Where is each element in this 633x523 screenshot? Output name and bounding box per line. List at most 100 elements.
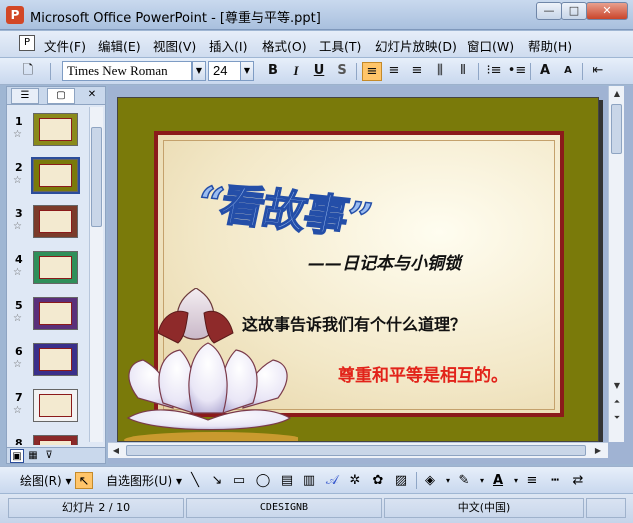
drawing-toolbar: 绘图(R) ▾ ↖ 自选图形(U) ▾ ╲ ↘ ▭ ◯ ▤ ▥ 𝒜 ✲ ✿ ▨ … [0, 466, 633, 493]
sorter-view-icon[interactable]: ▦ [26, 449, 40, 463]
font-size-dropdown-icon[interactable]: ▼ [240, 61, 254, 81]
dash-style-icon[interactable]: ┅ [546, 472, 564, 489]
next-slide-icon[interactable]: ⏷ [609, 410, 625, 426]
textbox-icon[interactable]: ▤ [278, 472, 296, 489]
draw-menu-button[interactable]: 绘图(R) ▾ [20, 472, 72, 489]
menu-file[interactable]: 文件(F) [44, 36, 86, 55]
increase-font-button[interactable]: A [535, 62, 555, 81]
view-buttons: ▣ ▦ ⊽ [7, 447, 105, 463]
transition-star-icon: ☆ [13, 221, 22, 232]
toolbar-separator [416, 472, 417, 489]
line-color-icon[interactable]: ✎ [455, 472, 473, 489]
slide-answer[interactable]: 尊重和平等是相互的。 [338, 361, 508, 386]
vertical-textbox-icon[interactable]: ▥ [300, 472, 318, 489]
bullets-icon[interactable]: •≡ [507, 62, 527, 81]
slide-subtitle[interactable]: ——日记本与小铜锁 [308, 249, 461, 274]
diagram-icon[interactable]: ✲ [346, 472, 364, 489]
line-style-icon[interactable]: ≡ [523, 472, 541, 489]
thumbnail-content [39, 164, 72, 187]
picture-icon[interactable]: ▨ [392, 472, 410, 489]
slides-scrollbar[interactable] [89, 107, 103, 442]
shadow-button[interactable]: S [332, 62, 352, 81]
slide-thumbnail[interactable] [33, 389, 78, 422]
slide-thumbnail[interactable] [31, 157, 80, 194]
slideshow-view-icon[interactable]: ⊽ [42, 449, 56, 463]
select-pointer-icon[interactable]: ↖ [75, 472, 93, 489]
menu-tools[interactable]: 工具(T) [319, 36, 361, 55]
autoshapes-button[interactable]: 自选图形(U) ▾ [106, 472, 182, 489]
minimize-button[interactable]: — [536, 2, 562, 20]
scroll-thumb[interactable] [611, 104, 622, 154]
slide-number: 2 [15, 161, 23, 174]
slide-thumbnail[interactable] [33, 251, 78, 284]
decrease-font-button[interactable]: A [558, 62, 578, 81]
toolbar-separator [356, 63, 357, 80]
rectangle-icon[interactable]: ▭ [230, 472, 248, 489]
formatting-toolbar: 🗋 Times New Roman ▼ 24 ▼ B I U S ≡ ≡ ≡ ⫼… [0, 58, 633, 85]
distribute-icon[interactable]: ⫼ [430, 62, 450, 81]
align-left-icon[interactable]: ≡ [362, 62, 382, 81]
font-name-dropdown-icon[interactable]: ▼ [192, 61, 206, 81]
slide-thumbnail[interactable] [33, 297, 78, 330]
menu-slideshow[interactable]: 幻灯片放映(D) [375, 36, 457, 55]
fill-color-icon[interactable]: ◈ [421, 472, 439, 489]
editor-horizontal-scrollbar[interactable]: ◀ ▶ [108, 442, 608, 458]
close-pane-icon[interactable]: ✕ [83, 88, 101, 104]
thumbnail-content [39, 394, 72, 417]
menu-format[interactable]: 格式(O) [262, 36, 307, 55]
lotus-image[interactable] [118, 288, 298, 442]
slide-thumbnail[interactable] [33, 343, 78, 376]
thumbnail-list: 1☆2☆3☆4☆5☆6☆7☆8☆ [7, 105, 89, 445]
underline-button[interactable]: U [309, 62, 329, 81]
slide-number: 6 [15, 345, 23, 358]
slide-number: 4 [15, 253, 23, 266]
arrow-icon[interactable]: ↘ [208, 472, 226, 489]
font-name-combo[interactable]: Times New Roman [62, 61, 192, 81]
line-icon[interactable]: ╲ [186, 472, 204, 489]
slides-tab[interactable]: ▢ [47, 88, 75, 104]
scroll-up-icon[interactable]: ▲ [609, 86, 625, 102]
scroll-left-icon[interactable]: ◀ [108, 443, 124, 459]
menu-window[interactable]: 窗口(W) [467, 36, 514, 55]
align-right-icon[interactable]: ≡ [407, 62, 427, 81]
toolbar-separator [478, 63, 479, 80]
scroll-thumb[interactable] [91, 127, 102, 227]
slide-canvas[interactable]: “看故事” ——日记本与小铜锁 这故事告诉我们有个什么道理？ 尊重和平等是相互的… [117, 97, 599, 442]
scroll-right-icon[interactable]: ▶ [590, 443, 606, 459]
wordart-icon[interactable]: 𝒜 [323, 472, 341, 489]
scroll-down-icon[interactable]: ▼ [609, 378, 625, 394]
status-bar: 幻灯片 2 / 10 CDESIGNB 中文(中国) [0, 494, 633, 523]
document-icon[interactable]: P [19, 35, 35, 51]
previous-slide-icon[interactable]: ⏶ [609, 394, 625, 410]
align-center-icon[interactable]: ≡ [384, 62, 404, 81]
italic-button[interactable]: I [286, 62, 306, 81]
menu-view[interactable]: 视图(V) [153, 36, 196, 55]
outline-tab[interactable]: ☰ [11, 88, 39, 104]
oval-icon[interactable]: ◯ [254, 472, 272, 489]
editor-vertical-scrollbar[interactable]: ▲ ▼ ⏶ ⏷ [608, 86, 624, 442]
slide-number: 7 [15, 391, 23, 404]
normal-view-icon[interactable]: ▣ [10, 449, 24, 463]
menu-help[interactable]: 帮助(H) [528, 36, 572, 55]
decrease-indent-icon[interactable]: ⇤ [588, 62, 608, 81]
clipart-icon[interactable]: ✿ [369, 472, 387, 489]
bold-button[interactable]: B [263, 62, 283, 81]
vertical-text-icon[interactable]: ⫴ [453, 62, 473, 81]
toolbar-separator [582, 63, 583, 80]
transition-star-icon: ☆ [13, 313, 22, 324]
scroll-thumb[interactable] [126, 445, 586, 456]
slide-thumbnail[interactable] [33, 205, 78, 238]
menu-bar: P 文件(F) 编辑(E) 视图(V) 插入(I) 格式(O) 工具(T) 幻灯… [0, 31, 633, 57]
slide-number: 1 [15, 115, 23, 128]
close-button[interactable]: ✕ [586, 2, 628, 20]
new-document-icon[interactable]: 🗋 [18, 62, 38, 81]
maximize-button[interactable]: □ [561, 2, 587, 20]
menu-edit[interactable]: 编辑(E) [98, 36, 141, 55]
font-color-icon[interactable]: A [489, 472, 507, 489]
slide-thumbnail[interactable] [33, 435, 78, 445]
arrow-style-icon[interactable]: ⇄ [569, 472, 587, 489]
slide-thumbnail[interactable] [33, 113, 78, 146]
menu-insert[interactable]: 插入(I) [209, 36, 247, 55]
slide-number: 8 [15, 437, 23, 445]
numbering-icon[interactable]: ⁝≡ [484, 62, 504, 81]
